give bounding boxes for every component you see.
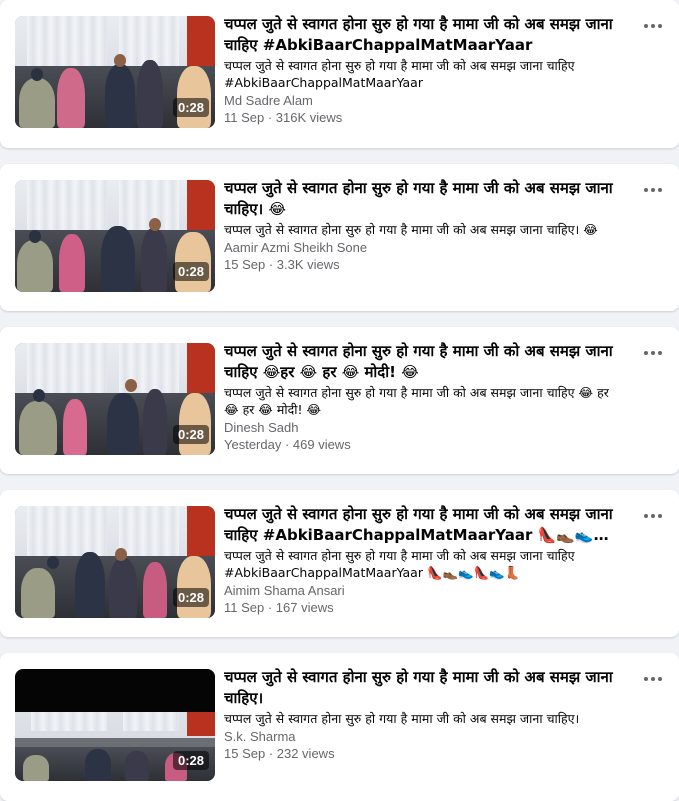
video-duration: 0:28 xyxy=(172,262,209,281)
video-duration: 0:28 xyxy=(172,98,209,117)
video-description: चप्पल जुते से स्वागत होना सुरु हो गया है… xyxy=(224,385,609,417)
video-thumbnail[interactable]: 0:28 xyxy=(15,669,215,781)
thumbnail-person xyxy=(23,755,49,781)
video-result-card[interactable]: 0:28 चप्पल जुते से स्वागत होना सुरु हो ग… xyxy=(0,653,679,801)
video-thumbnail[interactable]: 0:28 xyxy=(15,16,215,128)
thumbnail-person xyxy=(19,401,57,455)
thumbnail-person xyxy=(143,389,167,455)
thumbnail-person xyxy=(109,558,137,618)
video-thumbnail[interactable]: 0:28 xyxy=(15,343,215,455)
thumbnail-person xyxy=(57,68,85,128)
thumbnail-person xyxy=(75,552,105,618)
thumbnail-head xyxy=(115,548,127,561)
dot xyxy=(651,24,655,28)
thumbnail-head xyxy=(29,230,41,243)
dot xyxy=(658,24,662,28)
video-duration: 0:28 xyxy=(172,751,209,770)
video-info: चप्पल जुते से स्वागत होना सुरु हो गया है… xyxy=(224,341,624,453)
thumbnail-person xyxy=(143,562,167,618)
dot xyxy=(651,188,655,192)
thumbnail-person xyxy=(101,226,135,292)
thumbnail-person xyxy=(107,393,139,455)
thumbnail-person xyxy=(141,228,167,292)
thumbnail-person xyxy=(105,64,135,128)
video-author[interactable]: Md Sadre Alam xyxy=(224,92,624,109)
thumbnail-person xyxy=(125,751,149,781)
more-options-icon[interactable] xyxy=(641,16,665,36)
dot xyxy=(644,188,648,192)
thumbnail-person xyxy=(137,60,163,128)
dot xyxy=(644,677,648,681)
thumbnail-head xyxy=(149,218,161,231)
video-info: चप्पल जुते से स्वागत होना सुरु हो गया है… xyxy=(224,178,624,273)
dot xyxy=(644,514,648,518)
video-author[interactable]: Aimim Shama Ansari xyxy=(224,582,624,599)
video-info: चप्पल जुते से स्वागत होना सुरु हो गया है… xyxy=(224,667,624,762)
video-title[interactable]: चप्पल जुते से स्वागत होना सुरु हो गया है… xyxy=(224,504,624,546)
dot xyxy=(658,351,662,355)
thumbnail-letterbox xyxy=(15,669,215,712)
video-description: चप्पल जुते से स्वागत होना सुरु हो गया है… xyxy=(224,222,598,237)
video-date-views: 11 Sep · 167 views xyxy=(224,600,334,615)
thumbnail-head xyxy=(47,556,59,569)
dot xyxy=(644,24,648,28)
thumbnail-person xyxy=(179,393,211,455)
video-result-card[interactable]: 0:28 चप्पल जुते से स्वागत होना सुरु हो ग… xyxy=(0,164,679,311)
video-thumbnail[interactable]: 0:28 xyxy=(15,506,215,618)
video-description: चप्पल जुते से स्वागत होना सुरु हो गया है… xyxy=(224,548,575,580)
video-date-views: 11 Sep · 316K views xyxy=(224,110,343,125)
video-date-views: 15 Sep · 3.3K views xyxy=(224,257,340,272)
thumbnail-head xyxy=(125,379,137,392)
more-options-icon[interactable] xyxy=(641,669,665,689)
thumbnail-person xyxy=(17,240,53,292)
thumbnail-head xyxy=(114,54,126,67)
dot xyxy=(644,351,648,355)
video-date-views: Yesterday · 469 views xyxy=(224,437,351,452)
thumbnail-person xyxy=(21,568,55,618)
dot xyxy=(658,677,662,681)
video-title[interactable]: चप्पल जुते से स्वागत होना सुरु हो गया है… xyxy=(224,341,624,383)
video-result-card[interactable]: 0:28 चप्पल जुते से स्वागत होना सुरु हो ग… xyxy=(0,490,679,637)
dot xyxy=(658,514,662,518)
thumbnail-person xyxy=(19,78,55,128)
video-author[interactable]: Aamir Azmi Sheikh Sone xyxy=(224,239,624,256)
thumbnail-person xyxy=(85,749,111,781)
dot xyxy=(658,188,662,192)
video-date-views: 15 Sep · 232 views xyxy=(224,746,335,761)
video-description: चप्पल जुते से स्वागत होना सुरु हो गया है… xyxy=(224,58,575,90)
thumbnail-person xyxy=(59,234,85,292)
more-options-icon[interactable] xyxy=(641,506,665,526)
video-title[interactable]: चप्पल जुते से स्वागत होना सुरु हो गया है… xyxy=(224,14,624,56)
dot xyxy=(651,351,655,355)
thumbnail-head xyxy=(33,389,45,402)
thumbnail-person xyxy=(63,399,87,455)
dot xyxy=(651,677,655,681)
video-thumbnail[interactable]: 0:28 xyxy=(15,180,215,292)
video-duration: 0:28 xyxy=(172,425,209,444)
dot xyxy=(651,514,655,518)
video-result-card[interactable]: 0:28 चप्पल जुते से स्वागत होना सुरु हो ग… xyxy=(0,327,679,474)
video-info: चप्पल जुते से स्वागत होना सुरु हो गया है… xyxy=(224,504,624,616)
video-author[interactable]: Dinesh Sadh xyxy=(224,419,624,436)
more-options-icon[interactable] xyxy=(641,180,665,200)
video-author[interactable]: S.k. Sharma xyxy=(224,728,624,745)
video-title[interactable]: चप्पल जुते से स्वागत होना सुरु हो गया है… xyxy=(224,667,624,709)
video-title[interactable]: चप्पल जुते से स्वागत होना सुरु हो गया है… xyxy=(224,178,624,220)
video-description: चप्पल जुते से स्वागत होना सुरु हो गया है… xyxy=(224,711,580,726)
thumbnail-person xyxy=(177,66,211,128)
video-result-card[interactable]: 0:28 चप्पल जुते से स्वागत होना सुरु हो ग… xyxy=(0,0,679,148)
video-info: चप्पल जुते से स्वागत होना सुरु हो गया है… xyxy=(224,14,624,126)
video-duration: 0:28 xyxy=(172,588,209,607)
thumbnail-head xyxy=(31,68,43,81)
more-options-icon[interactable] xyxy=(641,343,665,363)
thumbnail-person xyxy=(177,556,211,618)
